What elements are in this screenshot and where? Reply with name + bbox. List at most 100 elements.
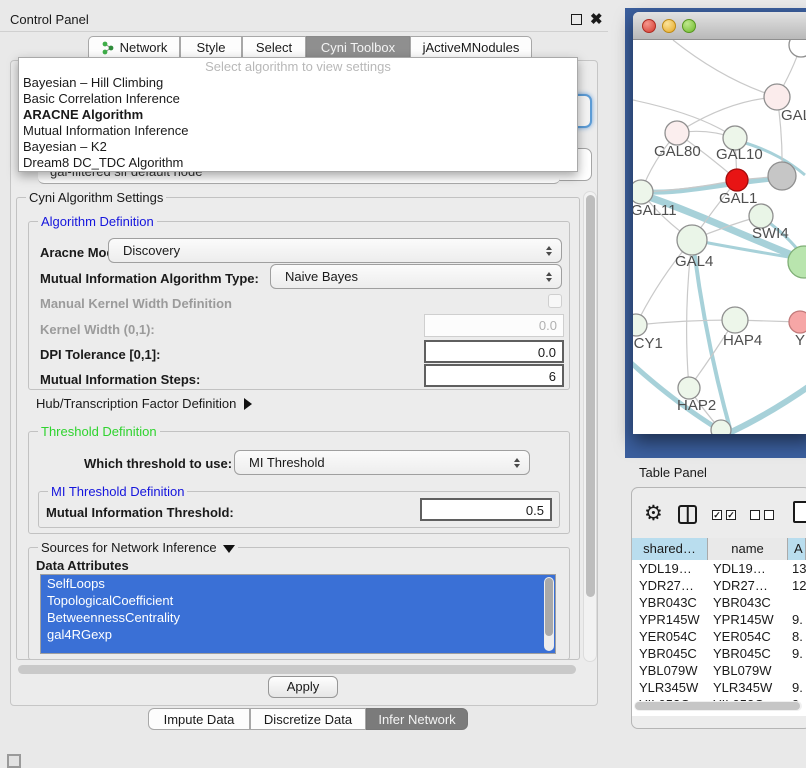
- checked-checkbox-icon[interactable]: ✓: [712, 510, 722, 520]
- apply-button[interactable]: Apply: [268, 676, 338, 698]
- table-cell[interactable]: YER054C: [632, 628, 708, 645]
- table-cell[interactable]: [788, 594, 806, 611]
- table-horizontal-scrollbar[interactable]: [634, 701, 802, 711]
- table-cell[interactable]: 8.: [788, 628, 806, 645]
- table-cell[interactable]: YER054C: [708, 628, 788, 645]
- table-cell[interactable]: YLR345W: [708, 679, 788, 696]
- algorithm-option[interactable]: Bayesian – Hill Climbing: [19, 75, 577, 91]
- tab-discretize-data[interactable]: Discretize Data: [250, 708, 366, 730]
- algorithm-option[interactable]: Bayesian – K2: [19, 139, 577, 155]
- group-title: Algorithm Definition: [38, 214, 157, 229]
- table-cell[interactable]: YBR043C: [708, 594, 788, 611]
- network-node[interactable]: [789, 311, 806, 333]
- close-traffic-light-icon[interactable]: [642, 19, 656, 33]
- algorithm-option-selected[interactable]: ARACNE Algorithm: [19, 107, 577, 123]
- which-threshold-combobox[interactable]: MI Threshold: [234, 450, 530, 475]
- mi-steps-input[interactable]: 6: [424, 364, 564, 387]
- table-cell[interactable]: YBR045C: [708, 645, 788, 662]
- table-cell[interactable]: YLR345W: [632, 679, 708, 696]
- table-row[interactable]: YPR145WYPR145W9.: [632, 611, 806, 628]
- network-node[interactable]: [665, 121, 689, 145]
- document-icon[interactable]: [793, 501, 806, 523]
- network-node[interactable]: [633, 314, 647, 336]
- list-scrollbar[interactable]: [544, 577, 554, 651]
- network-node[interactable]: [711, 420, 731, 434]
- table-cell[interactable]: 9.: [788, 679, 806, 696]
- algorithm-option[interactable]: Basic Correlation Inference: [19, 91, 577, 107]
- list-item[interactable]: SelfLoops: [41, 575, 555, 592]
- table-cell[interactable]: YBL079W: [708, 662, 788, 679]
- network-canvas[interactable]: GALGAL80GAL10GAL1GAL11SWI4GAL4GCY1HAP4YH…: [633, 40, 806, 434]
- manual-kernel-checkbox[interactable]: [548, 294, 562, 308]
- zoom-traffic-light-icon[interactable]: [682, 19, 696, 33]
- list-item[interactable]: BetweennessCentrality: [41, 609, 555, 626]
- unchecked-checkbox-icon[interactable]: [764, 510, 774, 520]
- network-node[interactable]: [678, 377, 700, 399]
- column-header[interactable]: name: [708, 538, 788, 560]
- table-row[interactable]: YBR045CYBR045C9.: [632, 645, 806, 662]
- table-row[interactable]: YLR345WYLR345W9.: [632, 679, 806, 696]
- minimize-traffic-light-icon[interactable]: [662, 19, 676, 33]
- network-node[interactable]: [789, 40, 806, 57]
- table-cell[interactable]: YDR27…: [708, 577, 788, 594]
- table-cell[interactable]: 9.: [788, 611, 806, 628]
- scrollbar-thumb[interactable]: [586, 195, 595, 597]
- aracne-mode-combobox[interactable]: Discovery: [108, 238, 562, 263]
- table-cell[interactable]: YDL19…: [708, 560, 788, 577]
- table-cell[interactable]: YDL19…: [632, 560, 708, 577]
- mi-type-combobox[interactable]: Naive Bayes: [270, 264, 562, 289]
- mi-threshold-input[interactable]: 0.5: [420, 498, 552, 521]
- network-node[interactable]: [722, 307, 748, 333]
- table-row[interactable]: YBL079WYBL079W: [632, 662, 806, 679]
- settings-horizontal-scrollbar[interactable]: [16, 664, 580, 675]
- table-cell[interactable]: 13: [788, 560, 806, 577]
- tab-infer-network[interactable]: Infer Network: [366, 708, 468, 730]
- tab-impute-data[interactable]: Impute Data: [148, 708, 250, 730]
- settings-vertical-scrollbar[interactable]: [583, 191, 597, 662]
- hub-definition-label: Hub/Transcription Factor Definition: [36, 396, 236, 411]
- table-row[interactable]: YDR27…YDR27…12: [632, 577, 806, 594]
- table-cell[interactable]: YDR27…: [632, 577, 708, 594]
- table-row[interactable]: YBR043CYBR043C: [632, 594, 806, 611]
- float-window-icon[interactable]: [571, 14, 582, 25]
- table-cell[interactable]: 12: [788, 577, 806, 594]
- table-cell[interactable]: YBL079W: [632, 662, 708, 679]
- tab-cyni-toolbox[interactable]: Cyni Toolbox: [306, 36, 410, 59]
- panel-grip[interactable]: [7, 754, 21, 768]
- table-cell[interactable]: 9.: [788, 645, 806, 662]
- network-node[interactable]: [633, 180, 653, 204]
- list-item[interactable]: TopologicalCoefficient: [41, 592, 555, 609]
- network-node[interactable]: [677, 225, 707, 255]
- settings-gear-icon[interactable]: ⚙: [644, 501, 663, 526]
- table-cell[interactable]: [788, 662, 806, 679]
- column-header[interactable]: shared…: [632, 538, 708, 560]
- tab-select[interactable]: Select: [242, 36, 306, 59]
- table-row[interactable]: YER054CYER054C8.: [632, 628, 806, 645]
- algorithm-option[interactable]: Dream8 DC_TDC Algorithm: [19, 155, 577, 171]
- unchecked-checkbox-icon[interactable]: [750, 510, 760, 520]
- algorithm-option[interactable]: Mutual Information Inference: [19, 123, 577, 139]
- list-item[interactable]: gal4RGexp: [41, 626, 555, 643]
- tab-style[interactable]: Style: [180, 36, 242, 59]
- scrollbar-thumb[interactable]: [635, 702, 800, 710]
- network-combobox-clipped[interactable]: gal-filtered sif default node: [38, 172, 560, 184]
- table-cell[interactable]: YPR145W: [632, 611, 708, 628]
- tab-network[interactable]: Network: [88, 36, 180, 59]
- kernel-width-input[interactable]: 0.0: [424, 314, 564, 337]
- scrollbar-thumb[interactable]: [18, 665, 576, 674]
- table-cell[interactable]: YBR043C: [632, 594, 708, 611]
- column-header[interactable]: A: [788, 538, 806, 560]
- table-cell[interactable]: YPR145W: [708, 611, 788, 628]
- hub-definition-toggle[interactable]: Hub/Transcription Factor Definition: [36, 396, 252, 411]
- checked-checkbox-icon[interactable]: ✓: [726, 510, 736, 520]
- split-columns-icon[interactable]: [678, 505, 697, 524]
- dpi-tolerance-input[interactable]: 0.0: [424, 340, 564, 363]
- network-node[interactable]: [768, 162, 796, 190]
- sources-toggle[interactable]: Sources for Network Inference: [38, 540, 238, 555]
- close-icon[interactable]: ✖: [590, 10, 603, 28]
- table-cell[interactable]: YBR045C: [632, 645, 708, 662]
- table-row[interactable]: YDL19…YDL19…13: [632, 560, 806, 577]
- tab-jactivemnodules[interactable]: jActiveMNodules: [410, 36, 532, 59]
- network-node[interactable]: [726, 169, 748, 191]
- network-window-titlebar[interactable]: [633, 12, 806, 40]
